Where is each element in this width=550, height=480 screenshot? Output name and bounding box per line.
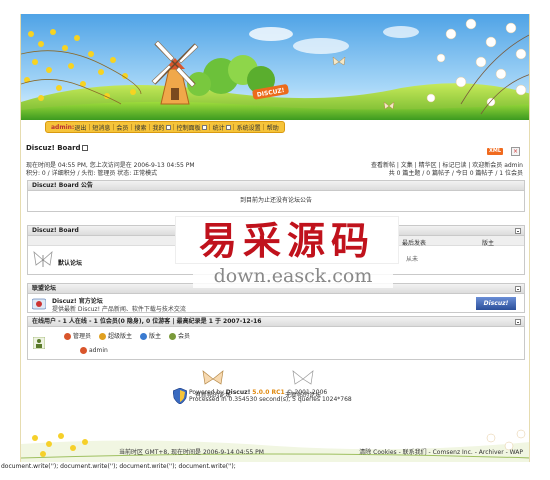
nav-item-my[interactable]: 我的	[153, 123, 165, 132]
nav-item-help[interactable]: 帮助	[267, 123, 279, 132]
announcement-section: Discuz! Board 公告 到目前为止还没有论坛公告	[27, 180, 525, 212]
credit-info: 积分: 0 / 详细积分 / 头衔: 管理员 状态: 正常模式	[26, 170, 158, 177]
mod-user-icon	[140, 333, 148, 340]
online-user-entry[interactable]: admin	[80, 347, 108, 354]
forum-name-link[interactable]: 默认论坛	[58, 258, 82, 267]
online-legend: 管理员 超级版主 版主 会员	[64, 331, 190, 340]
watermark-url: down.easck.com	[193, 264, 393, 288]
watermark-cn-text: 易采源码	[198, 218, 375, 263]
nav-item-stats[interactable]: 统计	[213, 123, 225, 132]
top-nav-bar: admin: 退出 | 短消息 | 会员 | 搜索 | 我的 | 控制面板 | 统计 | 系统…	[45, 121, 285, 133]
link-icon	[32, 298, 46, 310]
watermark-cn: 易采源码	[175, 216, 399, 264]
online-header: 在线用户 - 1 人在线 - 1 位会员(0 隐身), 0 位游客 | 最高纪录…	[28, 317, 524, 327]
legend-admin: 管理员	[64, 331, 91, 340]
alliance-banner-link[interactable]: Discuz!	[476, 297, 516, 310]
nav-item-control-panel[interactable]: 控制面板	[177, 123, 201, 132]
footer-time: 当前时区 GMT+8, 现在时间是 2006-9-14 04:55 PM	[119, 449, 264, 456]
nav-item-members[interactable]: 会员	[116, 123, 128, 132]
forum-section-title: Discuz! Board	[32, 227, 79, 234]
board-title-text[interactable]: Discuz! Board	[26, 144, 81, 152]
forum-last-post: 从未	[406, 256, 419, 263]
dropdown-icon[interactable]	[201, 124, 207, 130]
collapse-icon[interactable]	[515, 228, 521, 234]
online-title: 在线用户 - 1 人在线 - 1 位会员(0 隐身), 0 位游客 | 最高纪录…	[32, 318, 262, 325]
alliance-desc: 提供最新 Discuz! 产品新闻、软件下载与技术交流	[52, 306, 186, 313]
xml-feed-badge[interactable]: XML	[487, 148, 503, 155]
collapse-icon[interactable]	[515, 319, 521, 325]
announcement-header: Discuz! Board 公告	[28, 181, 524, 191]
nav-user[interactable]: admin:	[51, 124, 74, 131]
announcement-title: Discuz! Board 公告	[32, 182, 93, 189]
dropdown-icon[interactable]	[81, 145, 88, 151]
online-user-name[interactable]: admin	[89, 347, 108, 354]
powered-label: Powered by	[189, 389, 224, 396]
footer-links[interactable]: 清除 Cookies - 联系我们 - Comsenz Inc. - Archi…	[359, 447, 523, 456]
watermark-url-text: down.easck.com	[213, 265, 373, 287]
online-users-icon	[33, 337, 45, 349]
announcement-body: 到目前为止还没有论坛公告	[239, 197, 312, 204]
close-icon[interactable]: ×	[511, 147, 520, 156]
processed-info: Processed in 0.354530 second(s), 5 queri…	[189, 396, 352, 403]
powered-copyright: © 2001-2006	[286, 389, 328, 396]
header-banner: DISCUZ!	[21, 14, 529, 120]
nav-item-settings[interactable]: 系统设置	[237, 123, 261, 132]
member-user-icon	[169, 333, 177, 340]
powered-version: 5.0.0 RC1	[252, 389, 285, 396]
board-stats: 共 0 篇主题 / 0 篇帖子 / 今日 0 篇帖子 / 1 位会员	[388, 170, 523, 177]
legend-super-mod: 超级版主	[99, 331, 132, 340]
new-posts-butterfly-icon	[202, 370, 224, 385]
board-title[interactable]: Discuz! Board	[26, 144, 88, 152]
landscape-illustration: DISCUZ!	[21, 14, 529, 120]
alliance-title: 联盟论坛	[32, 285, 57, 292]
nav-item-logout[interactable]: 退出	[74, 123, 86, 132]
online-body: 管理员 超级版主 版主 会员 admin	[28, 327, 524, 359]
online-section: 在线用户 - 1 人在线 - 1 位会员(0 隐身), 0 位游客 | 最高纪录…	[27, 316, 525, 360]
nav-item-messages[interactable]: 短消息	[92, 123, 110, 132]
script-output-text: document.write(''); document.write(''); …	[1, 463, 236, 470]
dropdown-icon[interactable]	[225, 124, 231, 130]
admin-user-icon	[64, 333, 71, 340]
legend-mod: 版主	[140, 331, 161, 340]
legend-member: 会员	[169, 331, 190, 340]
shield-icon	[173, 388, 187, 404]
page-container: DISCUZ! admin: 退出 | 短消息 | 会员 | 搜索 | 我的 | 控制面板…	[20, 14, 530, 462]
powered-brand[interactable]: Discuz!	[226, 389, 251, 396]
butterfly-forum-icon	[33, 250, 53, 267]
collapse-icon[interactable]	[515, 286, 521, 292]
super-mod-user-icon	[99, 333, 107, 340]
alliance-row: Discuz! 官方论坛 提供最新 Discuz! 产品新闻、软件下载与技术交流…	[28, 294, 524, 313]
nav-item-search[interactable]: 搜索	[134, 123, 146, 132]
dropdown-icon[interactable]	[165, 124, 171, 130]
admin-user-icon	[80, 347, 87, 354]
no-new-posts-butterfly-icon	[292, 370, 314, 385]
